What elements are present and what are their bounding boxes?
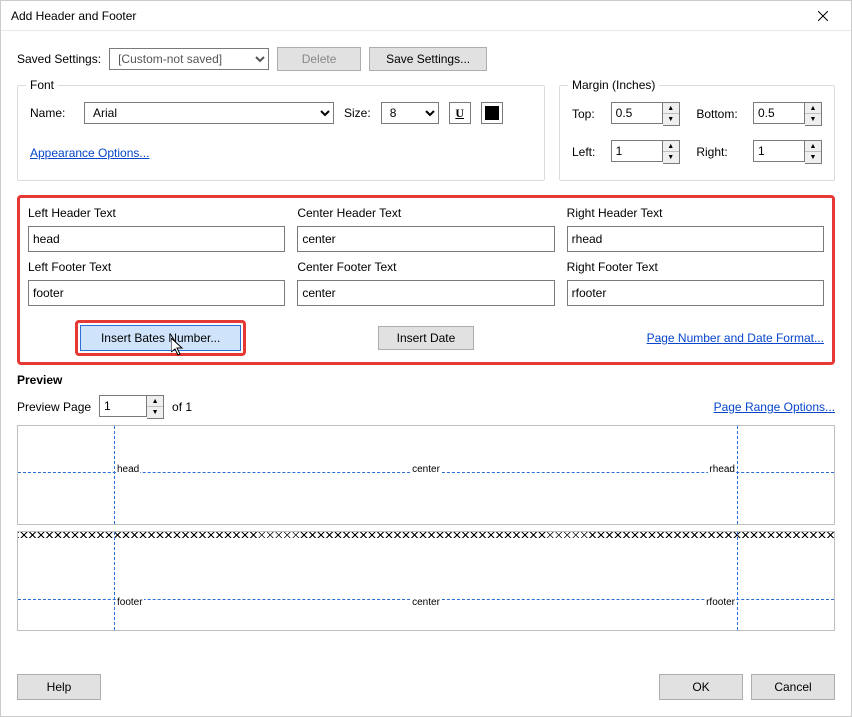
margin-right-label: Right:	[696, 145, 746, 159]
up-icon[interactable]: ▲	[805, 103, 821, 114]
preview-footer-left: footer	[116, 597, 144, 608]
preview-footer-center: center	[411, 597, 441, 608]
preview-header-right: rhead	[708, 464, 736, 475]
down-icon[interactable]: ▼	[147, 407, 163, 418]
center-header-input[interactable]	[297, 226, 554, 252]
margin-bottom-label: Bottom:	[696, 107, 746, 121]
font-group-label: Font	[26, 78, 58, 92]
font-name-combo[interactable]: Arial	[84, 102, 334, 124]
preview-label: Preview	[17, 373, 835, 387]
font-group: Font Name: Arial Size: 8 U Appearance Op…	[17, 85, 545, 181]
up-icon[interactable]: ▲	[663, 103, 679, 114]
saved-settings-combo[interactable]: [Custom-not saved]	[109, 48, 269, 70]
preview-footer-right: rfooter	[705, 597, 736, 608]
font-name-label: Name:	[30, 106, 74, 120]
down-icon[interactable]: ▼	[805, 114, 821, 125]
page-range-options-link[interactable]: Page Range Options...	[714, 400, 835, 414]
margin-group: Margin (Inches) Top: ▲▼ Bottom: ▲▼ Left:…	[559, 85, 835, 181]
header-footer-section: Left Header Text Left Footer Text Center…	[17, 195, 835, 365]
left-header-label: Left Header Text	[28, 206, 285, 220]
insert-date-button[interactable]: Insert Date	[378, 326, 474, 350]
center-header-label: Center Header Text	[297, 206, 554, 220]
saved-settings-row: Saved Settings: [Custom-not saved] Delet…	[17, 47, 835, 71]
help-button[interactable]: Help	[17, 674, 101, 700]
margin-bottom-spinner[interactable]: ▲▼	[753, 102, 822, 126]
margin-left-label: Left:	[572, 145, 604, 159]
center-footer-input[interactable]	[297, 280, 554, 306]
color-swatch-icon	[485, 106, 499, 120]
right-header-label: Right Header Text	[567, 206, 824, 220]
left-footer-input[interactable]	[28, 280, 285, 306]
up-icon[interactable]: ▲	[147, 396, 163, 407]
cancel-button[interactable]: Cancel	[751, 674, 835, 700]
down-icon[interactable]: ▼	[805, 152, 821, 163]
insert-bates-highlight: Insert Bates Number...	[75, 320, 246, 356]
right-footer-label: Right Footer Text	[567, 260, 824, 274]
center-footer-label: Center Footer Text	[297, 260, 554, 274]
saved-settings-label: Saved Settings:	[17, 52, 101, 66]
down-icon[interactable]: ▼	[663, 152, 679, 163]
ok-button[interactable]: OK	[659, 674, 743, 700]
right-header-input[interactable]	[567, 226, 824, 252]
margin-top-spinner[interactable]: ▲▼	[611, 102, 680, 126]
preview-header-center: center	[411, 464, 441, 475]
left-header-input[interactable]	[28, 226, 285, 252]
page-number-format-link[interactable]: Page Number and Date Format...	[647, 331, 824, 345]
close-button[interactable]	[803, 2, 843, 30]
margin-left-spinner[interactable]: ▲▼	[611, 140, 680, 164]
down-icon[interactable]: ▼	[663, 114, 679, 125]
font-size-combo[interactable]: 8	[381, 102, 439, 124]
font-color-button[interactable]	[481, 102, 503, 124]
up-icon[interactable]: ▲	[663, 141, 679, 152]
delete-button[interactable]: Delete	[277, 47, 361, 71]
preview-header-left: head	[116, 464, 140, 475]
save-settings-button[interactable]: Save Settings...	[369, 47, 487, 71]
window-title: Add Header and Footer	[11, 9, 803, 23]
left-footer-label: Left Footer Text	[28, 260, 285, 274]
font-size-label: Size:	[344, 106, 371, 120]
preview-page-label: Preview Page	[17, 400, 91, 414]
header-preview: head center rhead	[17, 425, 835, 525]
preview-page-spinner[interactable]: ▲▼	[99, 395, 164, 419]
margin-group-label: Margin (Inches)	[568, 78, 659, 92]
preview-of-label: of 1	[172, 400, 192, 414]
margin-right-spinner[interactable]: ▲▼	[753, 140, 822, 164]
margin-top-label: Top:	[572, 107, 604, 121]
titlebar: Add Header and Footer	[1, 1, 851, 31]
dialog-buttons: Help OK Cancel	[17, 674, 835, 700]
insert-bates-button[interactable]: Insert Bates Number...	[80, 325, 241, 351]
appearance-options-link[interactable]: Appearance Options...	[30, 146, 149, 160]
underline-button[interactable]: U	[449, 102, 471, 124]
right-footer-input[interactable]	[567, 280, 824, 306]
footer-preview: footer center rfooter	[17, 531, 835, 631]
up-icon[interactable]: ▲	[805, 141, 821, 152]
